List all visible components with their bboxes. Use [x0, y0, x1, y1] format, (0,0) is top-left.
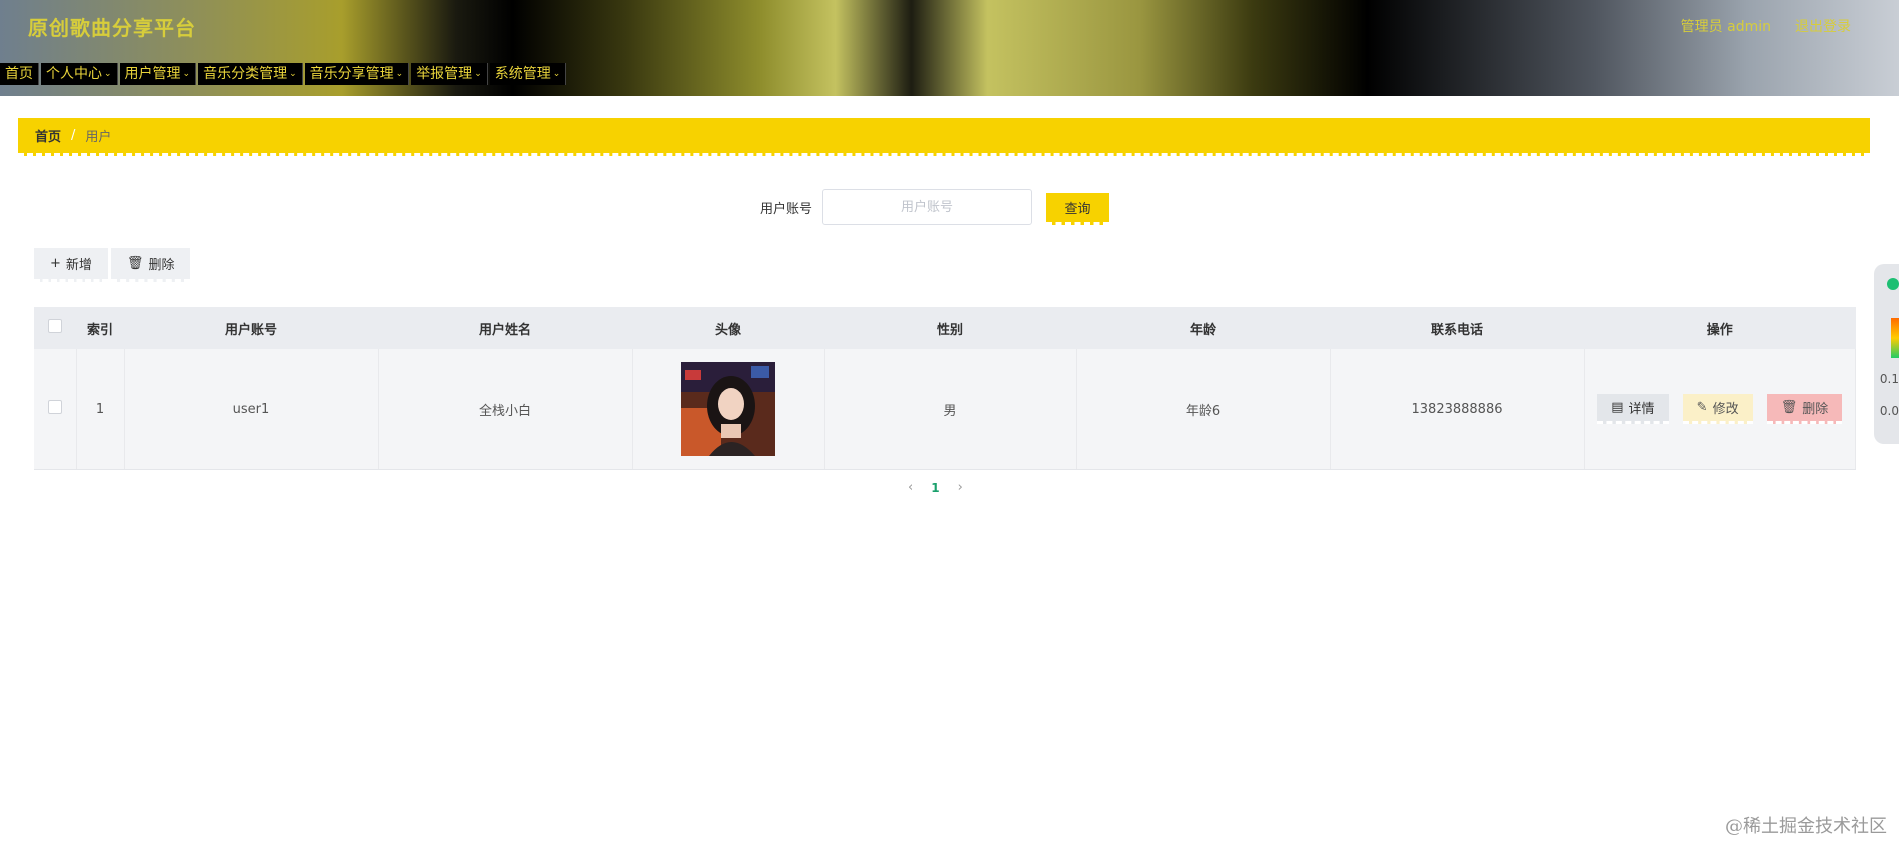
nav-item-label: 用户管理 — [124, 66, 181, 82]
nav-item-personal-center[interactable]: 个人中心 ⌄ — [41, 63, 118, 85]
page-number-current[interactable]: 1 — [931, 481, 939, 495]
add-button-label: 新增 — [65, 258, 92, 273]
trash-icon: 🗑 — [126, 256, 144, 271]
avatar-cell — [632, 349, 825, 470]
document-icon: ▤ — [1611, 400, 1624, 415]
edit-button-label: 修改 — [1712, 402, 1739, 417]
column-header: 年龄 — [1076, 307, 1330, 349]
detail-button[interactable]: ▤ 详情 — [1597, 394, 1669, 424]
nav-item-music-share[interactable]: 音乐分享管理 ⌄ — [304, 63, 410, 85]
batch-delete-button[interactable]: 🗑 删除 — [110, 248, 191, 282]
chevron-left-icon[interactable]: ‹ — [908, 480, 913, 495]
trash-icon: 🗑 — [1780, 400, 1798, 415]
add-button[interactable]: + 新增 — [34, 248, 108, 282]
nav-item-label: 音乐分类管理 — [203, 66, 288, 82]
select-all-header[interactable] — [34, 307, 76, 349]
action-bar: + 新增 🗑 删除 — [34, 248, 191, 282]
nav-item-system[interactable]: 系统管理 ⌄ — [489, 63, 567, 85]
side-value-top: 0.1 — [1879, 372, 1899, 386]
age-cell: 年龄6 — [1076, 349, 1331, 470]
logout-link[interactable]: 退出登录 — [1795, 16, 1851, 36]
side-value-bottom: 0.0 — [1879, 404, 1899, 418]
nav-item-label: 首页 — [5, 66, 33, 82]
level-bar — [1891, 318, 1899, 358]
pagination: ‹ 1 › — [908, 480, 963, 495]
delete-button-label: 删除 — [148, 258, 175, 273]
header-bar: 原创歌曲分享平台 管理员 admin 退出登录 — [0, 0, 1899, 54]
nav-item-label: 音乐分享管理 — [309, 66, 394, 82]
breadcrumb-home[interactable]: 首页 — [35, 126, 61, 145]
chevron-down-icon: ⌄ — [474, 69, 482, 79]
gender-cell: 男 — [824, 349, 1077, 470]
watermark: @稀土掘金技术社区 — [1725, 816, 1887, 837]
chevron-down-icon: ⌄ — [182, 69, 191, 79]
nav-item-music-category[interactable]: 音乐分类管理 ⌄ — [198, 63, 303, 85]
nav-item-user-management[interactable]: 用户管理 ⌄ — [119, 63, 197, 85]
column-header: 用户账号 — [124, 307, 378, 349]
row-checkbox[interactable] — [47, 400, 62, 414]
account-search-input[interactable] — [822, 189, 1033, 225]
pencil-icon: ✎ — [1696, 400, 1708, 415]
chevron-right-icon[interactable]: › — [958, 480, 963, 495]
table-header-row: 索引 用户账号 用户姓名 头像 性别 年龄 联系电话 操作 — [34, 307, 1856, 349]
search-bar: 用户账号 查询 — [760, 189, 1110, 225]
site-title: 原创歌曲分享平台 — [28, 16, 196, 40]
breadcrumb: 首页 / 用户 — [18, 118, 1870, 156]
search-button[interactable]: 查询 — [1046, 193, 1110, 225]
nav-item-report[interactable]: 举报管理 ⌄ — [411, 63, 488, 85]
account-cell: user1 — [124, 349, 379, 470]
nav-item-label: 举报管理 — [416, 66, 473, 82]
floating-side-widget[interactable]: 0.1 0.0 — [1874, 264, 1899, 444]
search-label: 用户账号 — [760, 201, 813, 217]
column-header: 联系电话 — [1330, 307, 1584, 349]
column-header: 操作 — [1584, 307, 1856, 349]
edit-button[interactable]: ✎ 修改 — [1682, 394, 1753, 424]
index-cell: 1 — [76, 349, 125, 470]
plus-icon: + — [50, 256, 61, 271]
column-header: 头像 — [632, 307, 824, 349]
column-header: 性别 — [824, 307, 1076, 349]
detail-button-label: 详情 — [1628, 402, 1655, 417]
chevron-down-icon: ⌄ — [104, 69, 112, 79]
nav-item-label: 系统管理 — [494, 66, 551, 82]
status-dot-icon — [1887, 278, 1899, 290]
operations-cell: ▤ 详情 ✎ 修改 🗑 删除 — [1584, 349, 1856, 470]
main-nav: 首页 个人中心 ⌄ 用户管理 ⌄ 音乐分类管理 ⌄ 音乐分享管理 ⌄ 举报管理 ⌄ 系统管… — [0, 63, 568, 87]
row-delete-label: 删除 — [1802, 402, 1829, 417]
chevron-down-icon: ⌄ — [395, 69, 404, 79]
avatar[interactable] — [681, 362, 775, 456]
admin-label: 管理员 admin — [1680, 19, 1771, 35]
chevron-down-icon: ⌄ — [289, 69, 297, 79]
row-delete-button[interactable]: 🗑 删除 — [1766, 394, 1843, 424]
chevron-down-icon: ⌄ — [552, 69, 561, 79]
select-all-checkbox[interactable] — [48, 319, 62, 333]
column-header: 用户姓名 — [378, 307, 632, 349]
top-header: 原创歌曲分享平台 管理员 admin 退出登录 首页 个人中心 ⌄ 用户管理 ⌄ 音… — [0, 0, 1899, 96]
breadcrumb-separator: / — [71, 128, 76, 143]
breadcrumb-current: 用户 — [85, 130, 112, 145]
name-cell: 全栈小白 — [378, 349, 633, 470]
nav-item-label: 个人中心 — [46, 66, 102, 82]
table-row: 1 user1 全栈小白 男 年龄6 13823888886 ▤ 详情 ✎ 修改… — [34, 349, 1856, 470]
column-header: 索引 — [76, 307, 124, 349]
nav-item-home[interactable]: 首页 — [0, 63, 39, 85]
row-select-cell[interactable] — [34, 349, 77, 470]
header-user-area: 管理员 admin 退出登录 — [1681, 16, 1851, 36]
phone-cell: 13823888886 — [1330, 349, 1585, 470]
user-table: 索引 用户账号 用户姓名 头像 性别 年龄 联系电话 操作 1 user1 全栈… — [34, 307, 1856, 470]
